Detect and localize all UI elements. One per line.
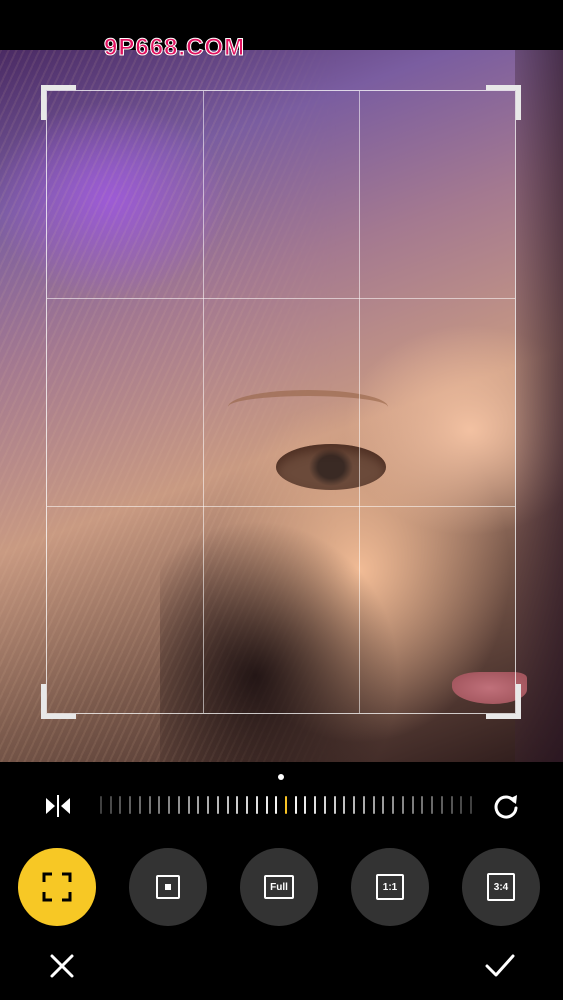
grid-line-horizontal	[47, 298, 515, 300]
crop-frame[interactable]	[41, 85, 521, 719]
flip-horizontal-icon	[46, 795, 70, 817]
close-icon	[50, 954, 74, 978]
ruler-tick	[450, 796, 453, 814]
ruler-tick	[119, 796, 122, 814]
crop-toolbar: Full 1:1 3:4	[0, 762, 563, 1000]
rotate-icon	[494, 795, 518, 819]
ruler-tick	[460, 796, 463, 814]
free-crop-icon	[42, 872, 72, 902]
ruler-tick	[100, 796, 102, 814]
ratio-3-4-label: 3:4	[487, 873, 515, 901]
ruler-tick	[304, 796, 307, 814]
confirm-button[interactable]	[480, 946, 520, 986]
ruler-tick	[372, 796, 375, 814]
flip-button[interactable]	[40, 788, 76, 824]
ruler-tick	[470, 796, 472, 814]
ruler-tick	[168, 796, 171, 814]
ratio-square-dot-button[interactable]	[129, 848, 207, 926]
watermark-text: 9P668.COM	[103, 34, 246, 62]
ruler-tick	[314, 796, 317, 814]
ratio-full-button[interactable]: Full	[240, 848, 318, 926]
ruler-tick	[440, 796, 443, 814]
checkmark-icon	[485, 954, 515, 977]
ruler-tick	[392, 796, 395, 814]
ruler-tick	[411, 796, 414, 814]
ratio-1-1-button[interactable]: 1:1	[351, 848, 429, 926]
ruler-tick	[255, 796, 258, 814]
ruler-tick	[246, 796, 249, 814]
aspect-ratio-row: Full 1:1 3:4	[0, 848, 563, 928]
ruler-tick	[197, 796, 200, 814]
ratio-3-4-button[interactable]: 3:4	[462, 848, 540, 926]
ruler-tick	[226, 796, 229, 814]
ruler-tick	[216, 796, 219, 814]
rotate-button[interactable]	[488, 788, 524, 824]
ruler-tick	[129, 796, 132, 814]
ruler-tick	[362, 796, 365, 814]
grid-line-horizontal	[47, 505, 515, 507]
center-dot	[165, 884, 171, 890]
crop-handle-bottom-right[interactable]	[486, 684, 521, 719]
ruler-tick	[353, 796, 356, 814]
crop-handle-bottom-left[interactable]	[41, 684, 76, 719]
ruler-tick	[323, 796, 326, 814]
crop-handle-top-right[interactable]	[486, 85, 521, 120]
ratio-1-1-label: 1:1	[376, 874, 404, 900]
ruler-tick-active	[285, 796, 287, 814]
ruler-tick	[275, 796, 278, 814]
ruler-tick	[401, 796, 404, 814]
angle-indicator-dot	[278, 774, 284, 780]
crop-handle-top-left[interactable]	[41, 85, 76, 120]
ruler-tick	[333, 796, 336, 814]
outside-crop-shade	[515, 50, 563, 762]
ruler-tick	[431, 796, 434, 814]
ruler-tick	[236, 796, 239, 814]
straighten-ruler[interactable]	[100, 792, 472, 818]
ratio-free-button[interactable]	[18, 848, 96, 926]
ruler-tick	[158, 796, 161, 814]
ruler-tick	[138, 796, 141, 814]
ruler-tick	[343, 796, 346, 814]
ruler-tick	[109, 796, 112, 814]
grid-line-vertical	[202, 91, 204, 713]
ratio-full-label: Full	[264, 875, 294, 899]
ruler-tick	[294, 796, 297, 814]
ruler-tick	[207, 796, 210, 814]
ruler-tick	[148, 796, 151, 814]
ruler-tick	[187, 796, 190, 814]
ruler-tick	[382, 796, 385, 814]
square-dot-icon	[156, 875, 180, 899]
grid-line-vertical	[358, 91, 360, 713]
ruler-tick	[177, 796, 180, 814]
ruler-tick	[421, 796, 424, 814]
cancel-button[interactable]	[42, 946, 82, 986]
ruler-tick	[265, 796, 268, 814]
